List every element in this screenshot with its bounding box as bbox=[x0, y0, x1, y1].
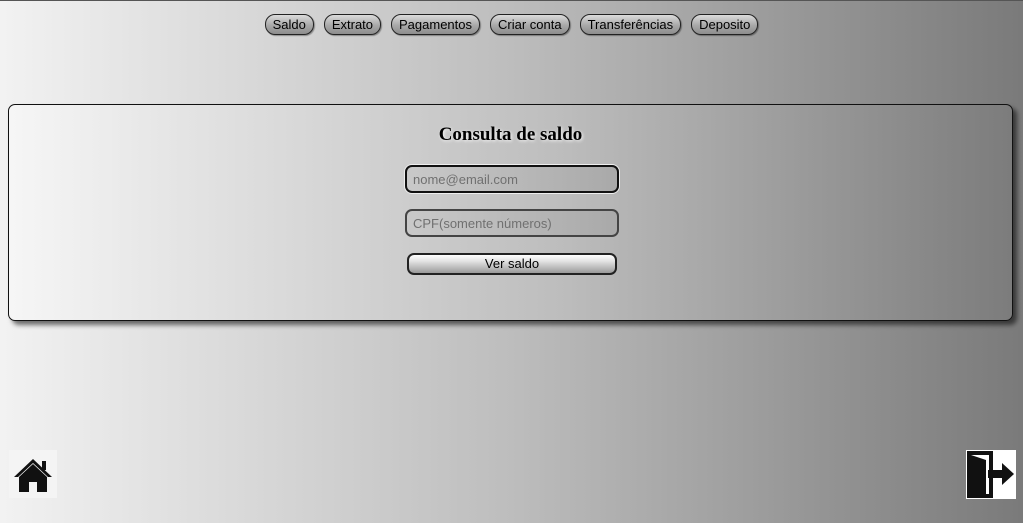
nav-pagamentos-button[interactable]: Pagamentos bbox=[391, 14, 481, 35]
balance-form-panel: Consulta de saldo Ver saldo bbox=[8, 104, 1013, 321]
home-icon bbox=[14, 459, 52, 492]
nav-criar-conta-button[interactable]: Criar conta bbox=[490, 14, 570, 35]
cpf-input[interactable] bbox=[405, 209, 619, 237]
exit-door-icon bbox=[967, 451, 1014, 498]
nav-deposito-button[interactable]: Deposito bbox=[691, 14, 759, 35]
home-button[interactable] bbox=[9, 450, 57, 498]
nav-saldo-button[interactable]: Saldo bbox=[264, 14, 314, 35]
nav-extrato-button[interactable]: Extrato bbox=[323, 14, 382, 35]
nav-transferencias-button[interactable]: Transferências bbox=[579, 14, 682, 35]
form-title: Consulta de saldo bbox=[438, 124, 583, 145]
ver-saldo-button[interactable]: Ver saldo bbox=[407, 253, 617, 275]
top-navigation: Saldo Extrato Pagamentos Criar conta Tra… bbox=[0, 14, 1023, 35]
email-input[interactable] bbox=[405, 165, 619, 193]
logout-button[interactable] bbox=[966, 450, 1016, 499]
